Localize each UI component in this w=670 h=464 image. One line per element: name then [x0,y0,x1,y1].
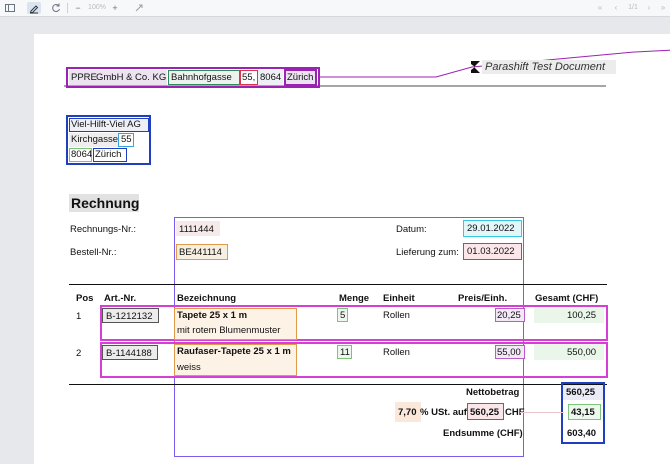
row1-desc-line1: Tapete 25 x 1 m [177,310,248,321]
totals-rule [69,384,607,385]
recipient-street: Kirchgasse [71,134,118,145]
net-label: Nettobetrag [466,387,520,398]
row1-desc-line2: mit rotem Blumenmuster [177,325,281,336]
delivery-label: Lieferung zum: [396,247,459,258]
row2-total: 550,00 [567,347,597,358]
row1-qty: 5 [340,310,346,321]
vat-text: % USt. auf [420,407,467,418]
first-page-icon[interactable]: « [596,2,604,14]
invoice-title: Rechnung [71,195,140,211]
row1-price: 20,25 [497,310,521,321]
vat-base: 560,25 [470,407,500,418]
recipient-city: Zürich [95,149,122,160]
recipient-number: 55 [121,134,132,145]
sum-label: Endsumme (CHF) [443,428,523,439]
prev-page-icon[interactable]: ‹ [612,2,620,14]
sender-number: 55, [242,72,256,83]
invoice-no: 1111444 [179,224,214,235]
viewer-toolbar: − 100% + « ‹ 1/1 › » [0,0,670,17]
page-indicator: 1/1 [628,4,638,11]
col-header-price: Preis/Einh. [458,293,508,304]
brand-text: Parashift Test Document [485,61,606,73]
toolbar-separator [67,3,68,13]
zoom-out-icon[interactable]: − [73,2,83,14]
sender-zip: 8064 [260,72,282,83]
sender-street: Bahnhofgasse [171,72,232,83]
document-page: PPRE GmbH & Co. KG Bahnhofgasse 55, 8064… [34,34,670,464]
row2-price: 55,00 [497,347,521,358]
row1-pos: 1 [76,311,82,322]
net-value: 560,25 [566,387,596,398]
zoom-in-icon[interactable]: + [110,2,120,14]
delivery-value: 01.03.2022 [467,246,515,257]
row2-art: B-1144188 [106,348,152,359]
parashift-logo-icon [471,61,480,73]
row2-pos: 2 [76,348,82,359]
vat-currency: CHF [505,407,525,418]
table-top-rule [69,284,607,285]
row2-desc-line1: Raufaser-Tapete 25 x 1 m [177,346,291,357]
date-value: 29.01.2022 [467,223,515,234]
col-header-art: Art.-Nr. [104,293,137,304]
order-no: BE441114 [179,247,222,258]
col-header-unit: Einheit [383,293,415,304]
sidebar-toggle-icon[interactable] [4,2,16,14]
next-page-icon[interactable]: › [645,2,653,14]
row1-art: B-1212132 [106,311,153,322]
col-header-desc: Bezeichnung [177,293,237,304]
sender-company-b: GmbH & Co. KG [96,72,167,83]
sum-value: 603,40 [567,428,597,439]
vat-rate: 7,70 [398,407,417,418]
zoom-level[interactable]: 100% [87,2,107,14]
col-header-qty: Menge [339,293,370,304]
fit-expand-icon[interactable] [133,2,145,14]
row2-unit: Rollen [383,347,410,358]
sender-city: Zürich [287,72,314,83]
order-no-label: Bestell-Nr.: [70,247,117,258]
row1-total: 100,25 [567,310,597,321]
recipient-zip: 8064 [71,149,93,160]
vat-value: 43,15 [571,407,595,418]
last-page-icon[interactable]: » [659,2,667,14]
row2-desc-line2: weiss [177,362,201,373]
refresh-icon[interactable] [50,2,62,14]
sender-company-a: PPRE [71,72,97,83]
vat-connector [520,412,564,413]
col-header-pos: Pos [76,293,94,304]
date-label: Datum: [396,224,427,235]
row2-qty: 11 [340,347,350,358]
row1-unit: Rollen [383,310,410,321]
col-header-total: Gesamt (CHF) [535,293,599,304]
recipient-name: Viel-Hilft-Viel AG [71,119,141,130]
invoice-no-label: Rechnungs-Nr.: [70,224,137,235]
annotate-pen-icon[interactable] [27,2,41,14]
